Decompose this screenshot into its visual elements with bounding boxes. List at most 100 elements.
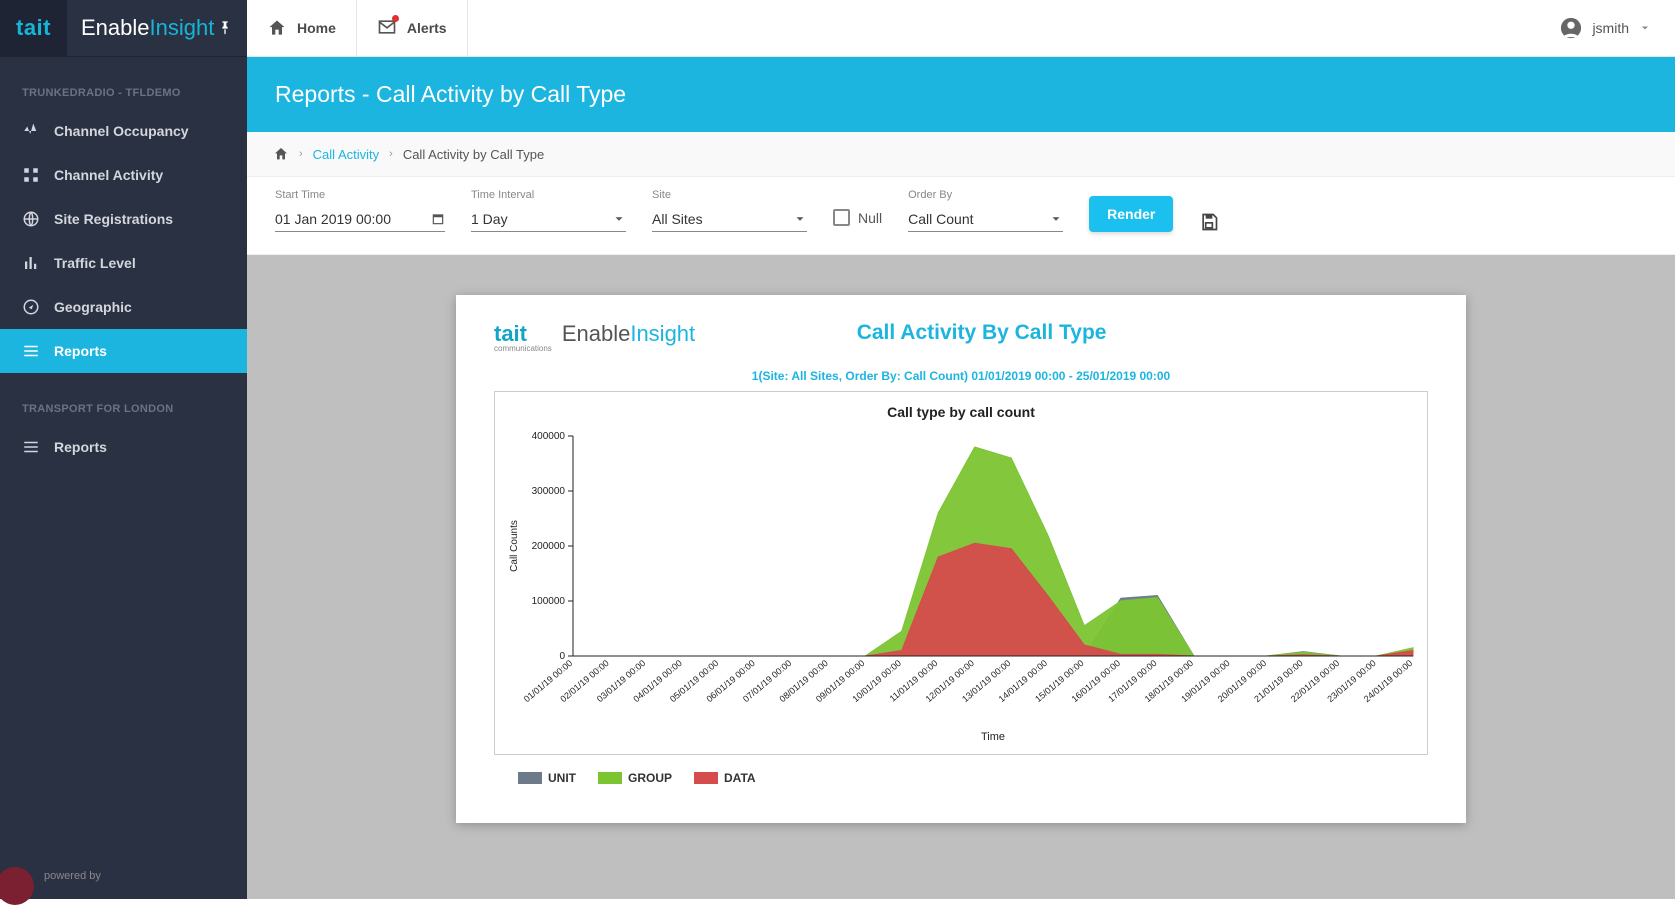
sidebar-footer: powered by [0, 853, 247, 899]
breadcrumb-link[interactable]: Call Activity [313, 147, 379, 162]
calendar-icon [431, 212, 445, 226]
time-interval-label: Time Interval [471, 189, 626, 201]
legend-swatch [694, 772, 718, 784]
brand-product-b: Insight [150, 15, 215, 40]
sidebar: tait EnableInsight TRUNKEDRADIO - TFLDEM… [0, 0, 247, 899]
partner-logo-icon [0, 867, 34, 905]
legend-item-group: GROUP [598, 771, 672, 785]
mail-icon [377, 17, 397, 40]
home-icon [267, 18, 287, 38]
breadcrumb-separator: › [299, 148, 303, 160]
null-checkbox[interactable] [833, 209, 850, 226]
chevron-down-icon [1049, 212, 1063, 226]
legend-swatch [598, 772, 622, 784]
sidebar-item-site-registrations[interactable]: Site Registrations [0, 197, 247, 241]
report-title: Call Activity By Call Type [695, 321, 1268, 345]
time-interval-value: 1 Day [471, 211, 508, 227]
orderby-field[interactable]: Call Count [908, 207, 1063, 232]
activity-icon [22, 122, 40, 140]
sidebar-item-traffic-level[interactable]: Traffic Level [0, 241, 247, 285]
render-button[interactable]: Render [1089, 196, 1173, 232]
svg-text:100000: 100000 [532, 596, 566, 607]
legend-item-unit: UNIT [518, 771, 576, 785]
user-icon [1560, 17, 1582, 39]
time-interval-field[interactable]: 1 Day [471, 207, 626, 232]
chevron-down-icon [1639, 22, 1651, 34]
user-menu[interactable]: jsmith [1536, 17, 1675, 39]
report-brand-product-b: Insight [630, 321, 695, 346]
sidebar-section-1: TRUNKEDRADIO - TFLDEMO [0, 57, 247, 109]
svg-text:400000: 400000 [532, 431, 566, 442]
breadcrumb-current: Call Activity by Call Type [403, 147, 544, 162]
sidebar-item-label: Geographic [54, 299, 132, 315]
grid-icon [22, 166, 40, 184]
brand-product: EnableInsight [81, 15, 214, 41]
report-subtitle: 1(Site: All Sites, Order By: Call Count)… [494, 369, 1428, 383]
powered-by-label: powered by [44, 870, 101, 882]
report-viewport[interactable]: taitcommunications EnableInsight Call Ac… [247, 255, 1675, 899]
start-time-field[interactable]: 01 Jan 2019 00:00 [275, 207, 445, 232]
site-label: Site [652, 189, 807, 201]
chart-title: Call type by call count [503, 404, 1419, 420]
sidebar-item-label: Site Registrations [54, 211, 173, 227]
filter-bar: Start Time 01 Jan 2019 00:00 Time Interv… [247, 177, 1675, 255]
report-page: taitcommunications EnableInsight Call Ac… [456, 295, 1466, 823]
brand-company: tait [16, 15, 51, 40]
orderby-value: Call Count [908, 211, 973, 227]
legend-label: DATA [724, 771, 756, 785]
orderby-label: Order By [908, 189, 1063, 201]
brand-company-logo: tait [0, 0, 67, 56]
legend-label: UNIT [548, 771, 576, 785]
save-icon[interactable] [1199, 212, 1219, 232]
sidebar-item-reports[interactable]: Reports [0, 329, 247, 373]
sidebar-item-label: Traffic Level [54, 255, 136, 271]
report-brand-company: tait [494, 321, 527, 346]
nav-alerts-label: Alerts [407, 20, 447, 36]
legend-item-data: DATA [694, 771, 756, 785]
sidebar-item-label: Channel Occupancy [54, 123, 189, 139]
legend-label: GROUP [628, 771, 672, 785]
user-name: jsmith [1592, 20, 1629, 36]
chevron-down-icon [793, 212, 807, 226]
brand-product-a: Enable [81, 15, 150, 40]
nav-home-label: Home [297, 20, 336, 36]
svg-text:300000: 300000 [532, 486, 566, 497]
pin-icon[interactable] [217, 20, 233, 36]
report-brand-product-a: Enable [562, 321, 631, 346]
sidebar-item-geographic[interactable]: Geographic [0, 285, 247, 329]
start-time-label: Start Time [275, 189, 445, 201]
report-brand-company-sub: communications [494, 344, 552, 353]
legend-swatch [518, 772, 542, 784]
sidebar-item-label: Reports [54, 439, 107, 455]
null-checkbox-group: Null [833, 209, 882, 232]
nav-home[interactable]: Home [247, 0, 357, 56]
chart: 010000020000030000040000001/01/19 00:000… [503, 426, 1423, 746]
breadcrumb-home-icon[interactable] [273, 146, 289, 162]
bar-chart-icon [22, 254, 40, 272]
breadcrumb: › Call Activity › Call Activity by Call … [247, 132, 1675, 177]
breadcrumb-separator: › [389, 148, 393, 160]
svg-text:200000: 200000 [532, 541, 566, 552]
topbar: Home Alerts jsmith [247, 0, 1675, 57]
site-field[interactable]: All Sites [652, 207, 807, 232]
globe-icon [22, 210, 40, 228]
nav-alerts[interactable]: Alerts [357, 0, 468, 56]
site-value: All Sites [652, 211, 703, 227]
start-time-value: 01 Jan 2019 00:00 [275, 211, 391, 227]
sidebar-item-channel-activity[interactable]: Channel Activity [0, 153, 247, 197]
report-brand: taitcommunications EnableInsight [494, 321, 695, 353]
list-icon [22, 438, 40, 456]
sidebar-section-2: TRANSPORT FOR LONDON [0, 373, 247, 425]
sidebar-item-label: Channel Activity [54, 167, 163, 183]
compass-icon [22, 298, 40, 316]
sidebar-item-label: Reports [54, 343, 107, 359]
page-title: Reports - Call Activity by Call Type [247, 57, 1675, 132]
null-label: Null [858, 210, 882, 226]
sidebar-item-tfl-reports[interactable]: Reports [0, 425, 247, 469]
svg-text:Call Counts: Call Counts [509, 520, 520, 572]
svg-text:Time: Time [981, 731, 1005, 743]
brand-header: tait EnableInsight [0, 0, 247, 57]
chart-container: Call type by call count 0100000200000300… [494, 391, 1428, 755]
sidebar-item-channel-occupancy[interactable]: Channel Occupancy [0, 109, 247, 153]
chart-legend: UNIT GROUP DATA [494, 771, 1428, 785]
